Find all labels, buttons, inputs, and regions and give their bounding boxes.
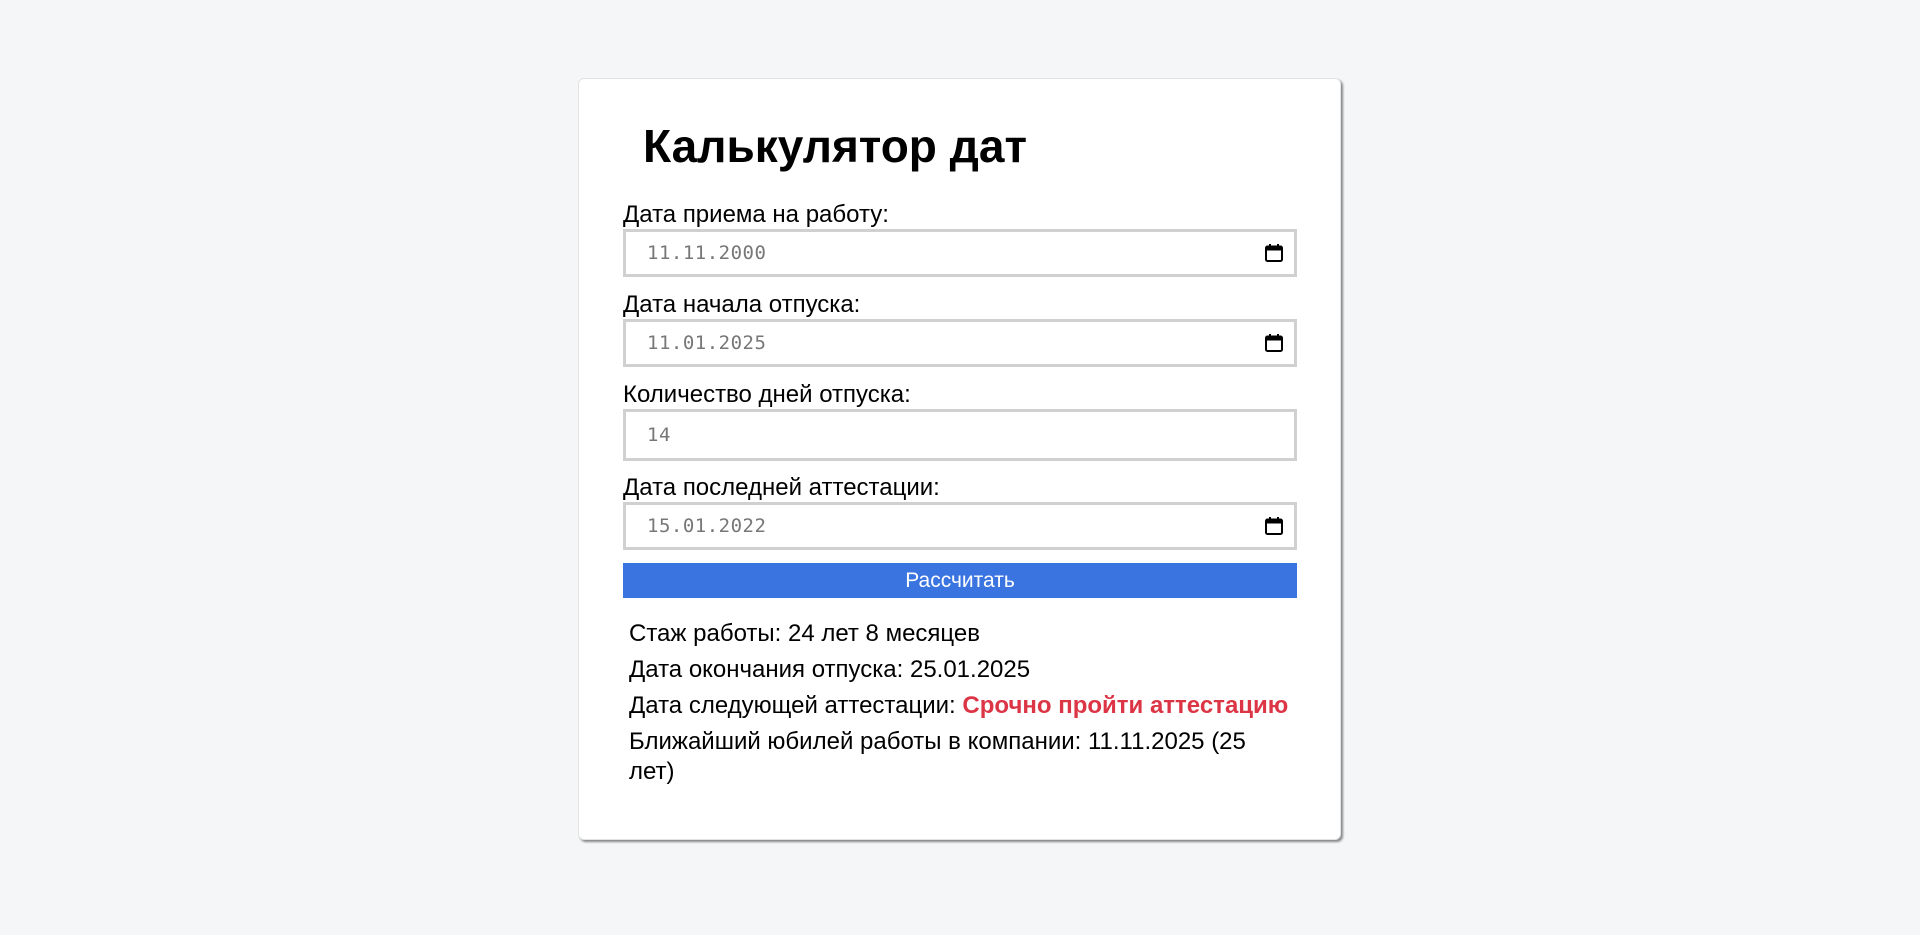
vacation-start-input[interactable]: 11.01.2025 [623, 319, 1297, 367]
next-attestation-label: Дата следующей аттестации: [629, 692, 956, 719]
experience-label: Стаж работы: [629, 620, 782, 647]
hire-date-label: Дата приема на работу: [623, 201, 889, 228]
calculator-card: Калькулятор дат Дата приема на работу: 1… [578, 78, 1341, 840]
hire-date-input[interactable]: 11.11.2000 [623, 229, 1297, 277]
next-attestation-warning: Срочно пройти аттестацию [962, 692, 1289, 719]
last-attestation-label: Дата последней аттестации: [623, 474, 940, 501]
anniversary-label: Ближайший юбилей работы в компании: [629, 728, 1082, 755]
calendar-icon[interactable] [1264, 516, 1284, 536]
results-panel: Стаж работы: 24 лет 8 месяцев Дата оконч… [629, 619, 1289, 793]
anniversary-result: Ближайший юбилей работы в компании: 11.1… [629, 727, 1289, 787]
vacation-end-label: Дата окончания отпуска: [629, 656, 904, 683]
calendar-icon[interactable] [1264, 243, 1284, 263]
hire-date-value: 11.11.2000 [647, 242, 767, 264]
vacation-start-label: Дата начала отпуска: [623, 291, 861, 318]
experience-value: 24 лет 8 месяцев [787, 620, 980, 647]
vacation-days-input[interactable]: 14 [623, 409, 1297, 461]
experience-result: Стаж работы: 24 лет 8 месяцев [629, 619, 1289, 649]
last-attestation-input[interactable]: 15.01.2022 [623, 502, 1297, 550]
calculate-button[interactable]: Рассчитать [623, 563, 1297, 598]
vacation-days-value: 14 [647, 424, 671, 446]
last-attestation-value: 15.01.2022 [647, 515, 767, 537]
calendar-icon[interactable] [1264, 333, 1284, 353]
vacation-end-result: Дата окончания отпуска: 25.01.2025 [629, 655, 1289, 685]
vacation-days-label: Количество дней отпуска: [623, 381, 911, 408]
next-attestation-result: Дата следующей аттестации: Срочно пройти… [629, 691, 1289, 721]
vacation-start-value: 11.01.2025 [647, 332, 767, 354]
page-title: Калькулятор дат [643, 120, 1027, 172]
vacation-end-value: 25.01.2025 [909, 656, 1031, 683]
